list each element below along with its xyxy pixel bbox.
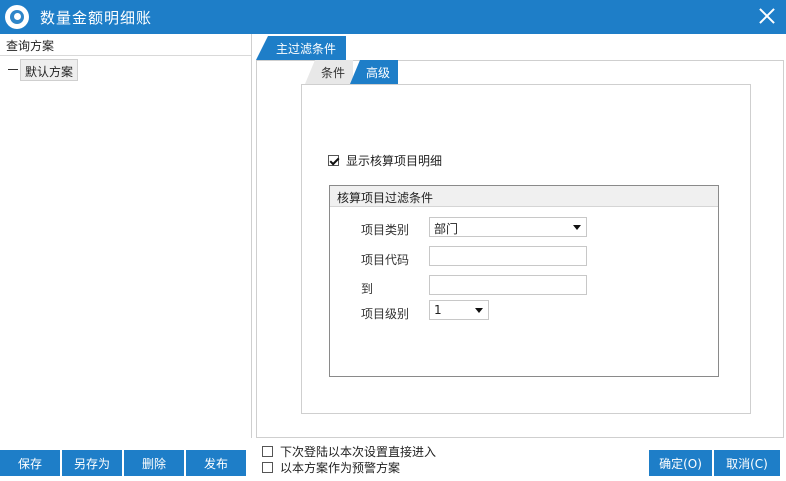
save-button[interactable]: 保存 bbox=[0, 450, 60, 476]
auto-enter-checkbox[interactable] bbox=[262, 446, 273, 457]
item-level-select[interactable]: 1 bbox=[429, 300, 489, 320]
tab-main-filter[interactable]: 主过滤条件 bbox=[256, 36, 347, 60]
auto-enter-label: 下次登陆以本次设置直接进入 bbox=[280, 445, 437, 459]
tree-item-default-scheme[interactable]: 默认方案 bbox=[20, 59, 79, 81]
item-to-label: 到 bbox=[361, 282, 374, 296]
alert-scheme-checkbox[interactable] bbox=[262, 462, 273, 473]
show-detail-label: 显示核算项目明细 bbox=[346, 154, 443, 168]
item-type-select[interactable]: 部门 bbox=[429, 217, 587, 237]
delete-button[interactable]: 删除 bbox=[124, 450, 184, 476]
app-logo-icon bbox=[5, 5, 29, 29]
item-type-label: 项目类别 bbox=[361, 223, 410, 237]
query-scheme-panel: 查询方案 默认方案 bbox=[0, 34, 252, 438]
query-scheme-header: 查询方案 bbox=[0, 34, 251, 56]
title-bar: 数量金额明细账 bbox=[0, 0, 786, 34]
tree-connector-line bbox=[8, 69, 18, 70]
item-code-input[interactable] bbox=[429, 246, 587, 266]
item-level-label: 项目级别 bbox=[361, 307, 410, 321]
item-type-value: 部门 bbox=[434, 222, 459, 236]
chevron-down-icon bbox=[573, 225, 581, 230]
cancel-button[interactable]: 取消(C) bbox=[714, 450, 780, 476]
ok-button[interactable]: 确定(O) bbox=[649, 450, 712, 476]
alert-scheme-label: 以本方案作为预警方案 bbox=[280, 461, 401, 475]
item-code-to-input[interactable] bbox=[429, 275, 587, 295]
save-as-button[interactable]: 另存为 bbox=[62, 450, 122, 476]
item-code-label: 项目代码 bbox=[361, 253, 410, 267]
show-detail-checkbox[interactable] bbox=[328, 155, 339, 166]
item-level-value: 1 bbox=[434, 303, 442, 317]
chevron-down-icon bbox=[475, 308, 483, 313]
publish-button[interactable]: 发布 bbox=[186, 450, 246, 476]
item-filter-group-title: 核算项目过滤条件 bbox=[330, 186, 718, 207]
close-icon[interactable] bbox=[755, 4, 779, 28]
window-title: 数量金额明细账 bbox=[40, 9, 153, 27]
